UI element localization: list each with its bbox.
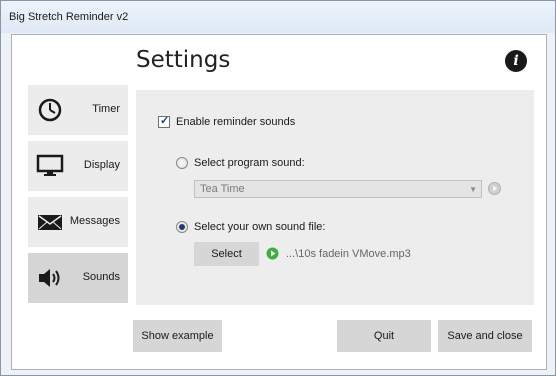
page-title: Settings [136,47,231,73]
sidebar-item-sounds[interactable]: Sounds [28,253,128,303]
play-program-sound-icon[interactable] [488,182,501,195]
sidebar-item-messages[interactable]: Messages [28,197,128,247]
sidebar-item-label: Messages [69,215,120,227]
play-file-sound-icon[interactable] [266,247,279,260]
program-sound-dropdown[interactable]: Tea Time ▼ [194,180,482,198]
enable-sounds-checkbox[interactable]: ✓ [158,115,170,128]
speaker-icon [39,269,60,287]
sounds-panel: ✓ Enable reminder sounds Select program … [136,90,534,305]
monitor-icon [36,154,64,176]
chevron-down-icon: ▼ [469,185,477,194]
save-and-close-button[interactable]: Save and close [438,320,532,352]
title-bar[interactable]: Big Stretch Reminder v2 [1,1,555,33]
sidebar-item-timer[interactable]: Timer [28,85,128,135]
sidebar-item-display[interactable]: Display [28,141,128,191]
checkmark-icon: ✓ [160,115,170,127]
enable-sounds-label[interactable]: Enable reminder sounds [176,116,295,128]
clock-icon [38,98,62,122]
selected-file-name: ...\10s fadein VMove.mp3 [286,248,411,260]
client-area: Settings i Timer Display Messages Sounds… [11,34,547,370]
program-sound-label[interactable]: Select program sound: [194,157,305,169]
quit-button[interactable]: Quit [337,320,431,352]
program-sound-radio[interactable] [176,157,188,169]
window-title: Big Stretch Reminder v2 [9,11,129,23]
dropdown-value: Tea Time [200,183,245,195]
sidebar-item-label: Timer [92,103,120,115]
envelope-icon [38,215,62,230]
app-window: Big Stretch Reminder v2 Settings i Timer… [0,0,556,376]
sidebar-item-label: Sounds [82,271,120,283]
sidebar-item-label: Display [83,159,120,171]
own-file-radio[interactable] [176,221,188,233]
show-example-button[interactable]: Show example [133,320,222,352]
own-file-label[interactable]: Select your own sound file: [194,221,325,233]
select-file-button[interactable]: Select [194,242,259,266]
info-icon[interactable]: i [505,50,527,72]
